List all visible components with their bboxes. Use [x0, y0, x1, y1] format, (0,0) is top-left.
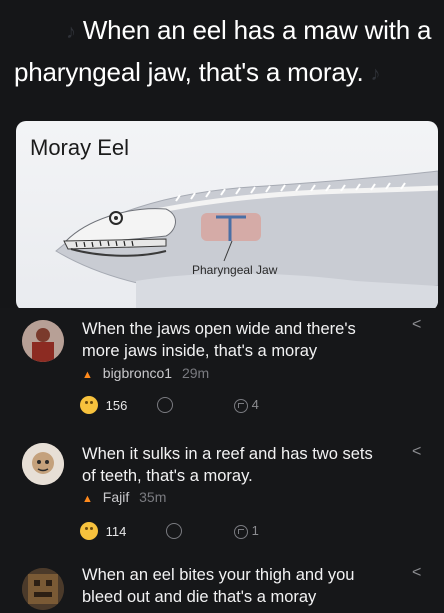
- avatar[interactable]: [22, 320, 64, 362]
- comment-text: When it sulks in a reef and has two sets…: [82, 445, 373, 485]
- smile-emoji-icon: [80, 396, 98, 414]
- add-reaction-icon[interactable]: [166, 523, 182, 539]
- smile-emoji-icon: [80, 522, 98, 540]
- avatar[interactable]: [22, 443, 64, 485]
- title-line-1: When an eel has a maw with a: [82, 15, 432, 45]
- comment-text: When the jaws open wide and there's more…: [82, 320, 356, 360]
- title-line-2: pharyngeal jaw, that's a moray.: [14, 57, 364, 88]
- likes-count: 114: [105, 523, 127, 539]
- replies-button[interactable]: 1: [234, 523, 259, 539]
- comment-meta: ▲ bigbronco1 29m: [82, 365, 209, 381]
- share-arrow-icon[interactable]: <: [412, 565, 426, 581]
- music-note-icon: ♪: [370, 63, 381, 86]
- comment-item: When it sulks in a reef and has two sets…: [0, 433, 444, 558]
- diagram-heading: Moray Eel: [30, 135, 130, 160]
- moray-diagram-image[interactable]: Moray Eel Pharyngeal Jaw: [16, 121, 438, 311]
- reply-icon: [234, 398, 248, 413]
- share-arrow-icon[interactable]: <: [412, 444, 426, 460]
- comment-text: When an eel bites your thigh and you ble…: [82, 566, 355, 606]
- share-arrow-icon[interactable]: <: [412, 317, 426, 333]
- add-reaction-icon[interactable]: [157, 397, 173, 413]
- replies-count: 4: [251, 397, 259, 412]
- comment-item: When the jaws open wide and there's more…: [0, 308, 444, 433]
- music-note-icon: ♪: [66, 21, 76, 44]
- username[interactable]: bigbronco1: [103, 365, 172, 381]
- reply-icon: [234, 524, 248, 539]
- post-title: ♪ When an eel has a maw with a pharyngea…: [14, 10, 434, 120]
- reaction-count[interactable]: 114: [80, 522, 126, 540]
- timestamp: 29m: [181, 365, 210, 381]
- comment-meta: ▲ Fajif 35m: [82, 489, 166, 505]
- flame-icon: ▲: [82, 369, 93, 381]
- timestamp: 35m: [139, 489, 167, 505]
- flame-icon: ▲: [82, 493, 93, 505]
- reaction-count[interactable]: 156: [80, 396, 127, 414]
- avatar[interactable]: [22, 568, 64, 610]
- diagram-label: Pharyngeal Jaw: [192, 263, 278, 277]
- username[interactable]: Fajif: [103, 489, 129, 505]
- comment-item: When an eel bites your thigh and you ble…: [0, 558, 444, 613]
- replies-button[interactable]: 4: [234, 397, 259, 413]
- post-view: ♪ When an eel has a maw with a pharyngea…: [0, 0, 444, 613]
- replies-count: 1: [251, 523, 259, 538]
- likes-count: 156: [105, 397, 128, 413]
- comments-section: When the jaws open wide and there's more…: [0, 308, 444, 613]
